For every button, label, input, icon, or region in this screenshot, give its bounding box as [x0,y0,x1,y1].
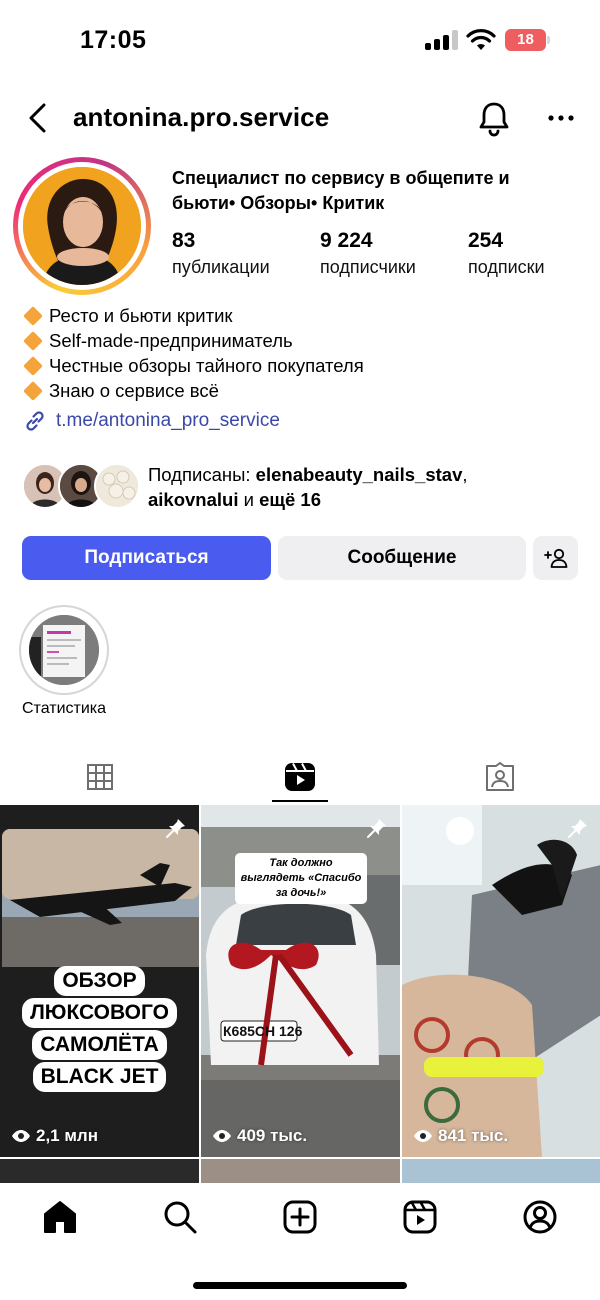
suggest-user-button[interactable] [533,536,578,580]
message-button[interactable]: Сообщение [278,536,526,580]
stat-following[interactable]: 254 подписки [468,228,545,280]
overlay-line: ОБЗОР [54,966,145,996]
view-count-text: 841 тыс. [438,1126,509,1145]
bottom-navigation [0,1183,600,1300]
overlay-line: САМОЛЁТА [32,1030,167,1060]
bio-line: Знаю о сервисе всё [23,378,364,403]
reel-image [402,805,600,1157]
tab-tagged[interactable] [400,750,600,804]
license-plate-text: К685СН 126 [223,1023,303,1039]
stat-label: подписчики [320,257,416,277]
add-person-icon [543,548,567,568]
search-icon[interactable] [160,1197,200,1237]
view-count-text: 2,1 млн [36,1126,98,1145]
bell-icon[interactable] [474,98,514,138]
bio-line: Self-made-предприниматель [23,328,364,353]
link-icon [26,411,44,431]
reels-icon [285,763,315,791]
stat-label: публикации [172,257,270,277]
eye-icon [213,1130,231,1142]
tab-reels[interactable] [200,750,400,804]
reels-grid: ОБЗОР ЛЮКСОВОГО САМОЛЁТА BLACK JET 2,1 м… [0,805,600,1183]
grid-icon [87,764,113,790]
reel-thumbnail[interactable]: Так должно выглядеть «Спасибо за дочь!» … [201,805,400,1157]
status-bar: 17:05 18 [0,0,600,84]
reels-icon[interactable] [400,1197,440,1237]
pin-icon [568,819,587,838]
eye-icon [414,1130,432,1142]
reel-caption: Так должно выглядеть «Спасибо за дочь!» [235,853,367,904]
stat-posts[interactable]: 83 публикации [172,228,270,280]
link-text: t.me/antonina_pro_service [56,410,280,431]
back-arrow-icon[interactable] [22,100,54,136]
create-icon[interactable] [280,1197,320,1237]
highlight-cover [29,615,99,685]
reel-view-count: 409 тыс. [212,1126,307,1146]
home-icon[interactable] [40,1197,80,1237]
stat-value: 254 [468,229,504,252]
orange-diamond-icon [23,305,43,326]
follower-username[interactable]: aikovnalui [148,489,238,510]
bio-text: Честные обзоры тайного покупателя [49,355,364,376]
overlay-line: BLACK JET [32,1062,167,1092]
reel-thumbnail[interactable]: ОБЗОР ЛЮКСОВОГО САМОЛЁТА BLACK JET 2,1 м… [0,805,199,1157]
follower-avatar [94,463,140,509]
bio-line: Честные обзоры тайного покупателя [23,353,364,378]
overlay-line: ЛЮКСОВОГО [22,998,177,1028]
stat-followers[interactable]: 9 224 подписчики [320,228,416,280]
highlight-statistics[interactable] [19,605,109,695]
story-ring[interactable] [13,157,151,295]
bio-text: Self-made-предприниматель [49,330,293,351]
pin-icon [166,819,185,838]
bio-text: Знаю о сервисе всё [49,380,219,401]
orange-diamond-icon [23,355,43,376]
avatar-frame [18,162,146,290]
followed-prefix: Подписаны: [148,464,256,485]
tab-grid[interactable] [0,750,200,804]
profile-category: Специалист по сервису в общепите и бьюти… [172,168,510,213]
profile-header: antonina.pro.service [0,92,600,144]
wifi-icon [466,29,496,50]
orange-diamond-icon [23,380,43,401]
avatar-image [23,167,141,285]
orange-diamond-icon [23,330,43,351]
eye-icon [12,1130,30,1142]
followed-more[interactable]: ещё 16 [259,489,321,510]
followed-by[interactable]: Подписаны: elenabeauty_nails_stav, aikov… [22,462,582,512]
stat-value: 9 224 [320,229,373,252]
reel-thumbnail[interactable] [0,1159,199,1183]
profile-link[interactable]: t.me/antonina_pro_service [23,409,280,433]
battery-indicator: 18 [505,29,546,51]
follower-username[interactable]: elenabeauty_nails_stav [256,464,463,485]
home-indicator [193,1282,407,1289]
profile-icon[interactable] [520,1197,560,1237]
followed-separator: , [462,464,468,485]
reel-overlay-title: ОБЗОР ЛЮКСОВОГО САМОЛЁТА BLACK JET [0,965,199,1093]
status-time: 17:05 [80,26,147,54]
pin-icon [367,819,386,838]
bio-text: Ресто и бьюти критик [49,305,233,326]
profile-username: antonina.pro.service [73,102,330,132]
avatar[interactable] [23,167,141,285]
stat-value: 83 [172,229,196,252]
profile-bio: Ресто и бьюти критик Self-made-предприни… [23,303,364,403]
cellular-signal-icon [425,30,459,50]
battery-tip [547,36,550,44]
content-tabs [0,750,600,804]
reel-thumbnail[interactable] [402,1159,600,1183]
reel-view-count: 2,1 млн [11,1126,98,1146]
reel-thumbnail[interactable]: 841 тыс. [402,805,600,1157]
follow-button[interactable]: Подписаться [22,536,271,580]
followed-and: и [238,489,260,510]
view-count-text: 409 тыс. [237,1126,308,1145]
stat-label: подписки [468,257,545,277]
followed-by-text: Подписаны: elenabeauty_nails_stav, aikov… [148,462,468,512]
reel-thumbnail[interactable] [201,1159,400,1183]
tagged-icon [486,762,514,791]
highlight-label: Статистика [21,700,107,717]
more-options-icon[interactable] [545,102,577,134]
active-tab-indicator [272,800,328,802]
reel-view-count: 841 тыс. [413,1126,508,1146]
bio-line: Ресто и бьюти критик [23,303,364,328]
